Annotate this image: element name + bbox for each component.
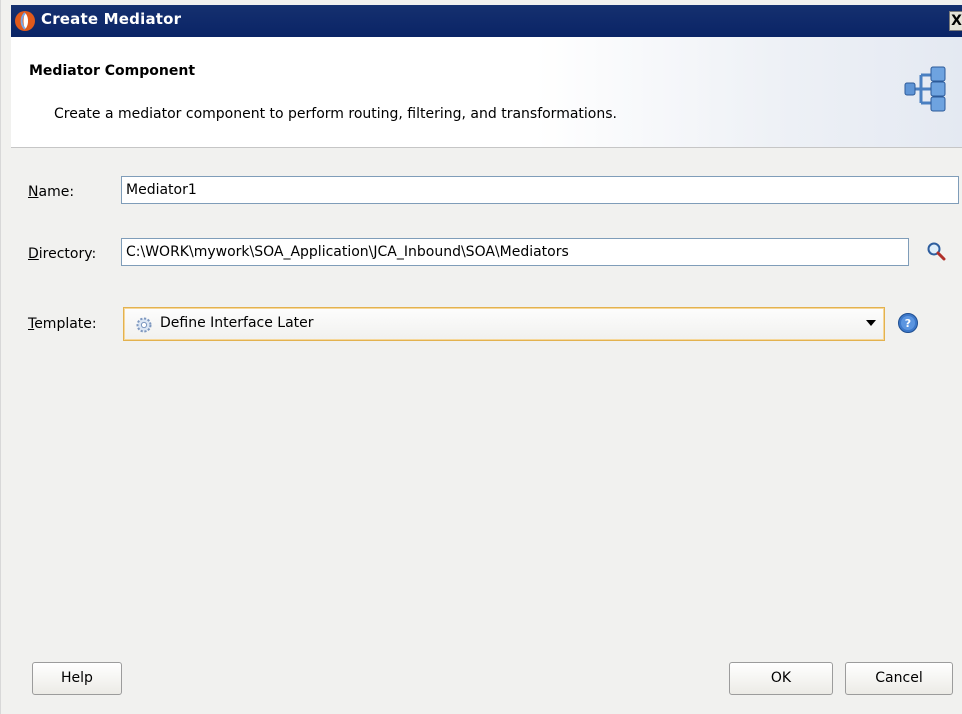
- name-label: Name:: [28, 184, 75, 200]
- directory-label: Directory:: [28, 246, 97, 262]
- template-selected-value: Define Interface Later: [160, 315, 314, 331]
- svg-text:?: ?: [905, 317, 911, 330]
- header-banner: Mediator Component Create a mediator com…: [11, 37, 962, 148]
- title-bar: Create Mediator X: [11, 5, 962, 37]
- template-label: Template:: [28, 316, 97, 332]
- window-title: Create Mediator: [41, 10, 182, 28]
- ok-button[interactable]: OK: [729, 662, 833, 695]
- jdeveloper-app-icon: [15, 11, 35, 31]
- chevron-down-icon[interactable]: [866, 320, 876, 326]
- help-button[interactable]: Help: [32, 662, 122, 695]
- gear-icon: [136, 317, 152, 333]
- banner-heading: Mediator Component: [29, 63, 196, 79]
- directory-input[interactable]: C:\WORK\mywork\SOA_Application\JCA_Inbou…: [121, 238, 909, 266]
- template-select[interactable]: Define Interface Later: [123, 307, 885, 341]
- search-icon[interactable]: [925, 240, 947, 262]
- help-icon[interactable]: ?: [897, 312, 919, 334]
- banner-description: Create a mediator component to perform r…: [54, 106, 617, 122]
- close-button[interactable]: X: [949, 11, 962, 31]
- name-input[interactable]: Mediator1: [121, 176, 959, 204]
- create-mediator-dialog: Create Mediator X Mediator Component Cre…: [0, 0, 962, 714]
- mediator-component-icon: [904, 66, 946, 112]
- cancel-button[interactable]: Cancel: [845, 662, 953, 695]
